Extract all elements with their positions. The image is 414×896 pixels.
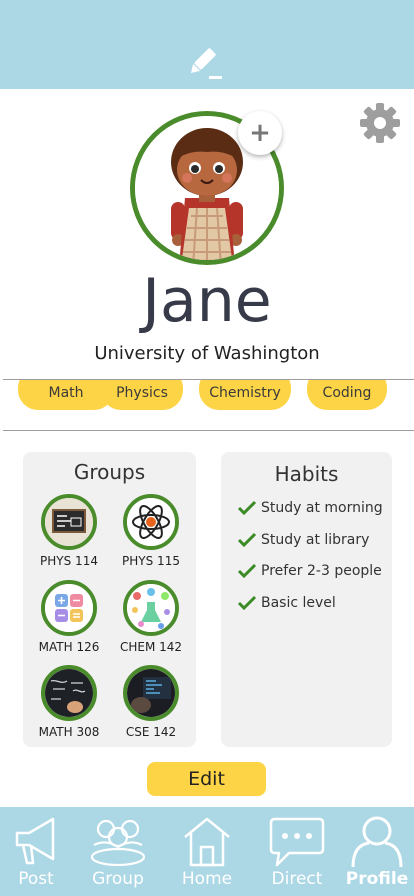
laptop-code-icon	[123, 665, 179, 721]
blackboard-icon	[41, 494, 97, 550]
nav-post[interactable]: Post	[0, 807, 77, 896]
check-icon	[237, 500, 257, 516]
megaphone-icon	[15, 817, 55, 865]
habit-item: Study at library	[237, 532, 369, 548]
group-math-126[interactable]: MATH 126	[29, 580, 109, 654]
person-icon	[351, 816, 403, 868]
people-group-icon	[90, 819, 146, 867]
top-bar	[0, 0, 414, 89]
home-icon	[184, 817, 230, 867]
habit-label: Basic level	[261, 595, 336, 611]
nav-home[interactable]: Home	[166, 807, 248, 896]
bottom-nav: Post Group Home Direct Profile	[0, 807, 414, 896]
user-school: University of Washington	[94, 343, 320, 364]
nav-label: Home	[181, 869, 233, 889]
chat-bubble-icon	[269, 817, 325, 867]
group-label: CHEM 142	[119, 640, 183, 654]
nav-profile[interactable]: Profile	[336, 807, 414, 896]
habits-title: Habits	[274, 462, 339, 486]
group-label: CSE 142	[125, 725, 177, 739]
group-phys-115[interactable]: PHYS 115	[111, 494, 191, 568]
groups-title: Groups	[73, 460, 146, 484]
nav-label: Profile	[345, 869, 409, 889]
atom-icon	[123, 494, 179, 550]
chemistry-flasks-icon	[123, 580, 179, 636]
nav-group[interactable]: Group	[77, 807, 159, 896]
check-icon	[237, 563, 257, 579]
nav-direct[interactable]: Direct	[256, 807, 338, 896]
nav-label: Post	[18, 869, 54, 889]
nav-label: Direct	[271, 869, 323, 889]
math-symbols-icon	[41, 580, 97, 636]
tag-coding[interactable]: Coding	[307, 380, 387, 410]
group-label: MATH 308	[38, 725, 100, 739]
group-cse-142[interactable]: CSE 142	[111, 665, 191, 739]
profile-screen: + Jane University of Washington Math Phy…	[0, 0, 414, 896]
edit-pencil-icon[interactable]	[189, 45, 223, 81]
habit-item: Basic level	[237, 595, 336, 611]
groups-panel: Groups PHYS 114 PHYS 115 MATH 126 CHEM 1…	[23, 452, 196, 747]
group-label: PHYS 114	[40, 554, 98, 568]
user-name: Jane	[142, 266, 272, 336]
habit-label: Study at morning	[261, 500, 383, 516]
edit-button[interactable]: Edit	[147, 762, 266, 796]
habit-item: Study at morning	[237, 500, 383, 516]
habit-label: Study at library	[261, 532, 370, 548]
group-math-308[interactable]: MATH 308	[29, 665, 109, 739]
divider-bottom	[3, 430, 414, 431]
tag-math[interactable]: Math	[18, 380, 114, 410]
tag-physics[interactable]: Physics	[101, 380, 183, 410]
group-phys-114[interactable]: PHYS 114	[29, 494, 109, 568]
tag-chemistry[interactable]: Chemistry	[199, 380, 291, 410]
group-label: MATH 126	[38, 640, 100, 654]
chalkboard-writing-icon	[41, 665, 97, 721]
tags-row: Math Physics Chemistry Coding	[0, 380, 414, 410]
group-chem-142[interactable]: CHEM 142	[111, 580, 191, 654]
check-icon	[237, 532, 257, 548]
habit-label: Prefer 2-3 people	[261, 563, 382, 579]
add-photo-button[interactable]: +	[238, 111, 282, 155]
group-label: PHYS 115	[122, 554, 180, 568]
gear-icon[interactable]	[358, 101, 402, 145]
nav-label: Group	[92, 869, 144, 889]
habits-panel: Habits Study at morning Study at library…	[221, 452, 392, 747]
check-icon	[237, 595, 257, 611]
habit-item: Prefer 2-3 people	[237, 563, 382, 579]
